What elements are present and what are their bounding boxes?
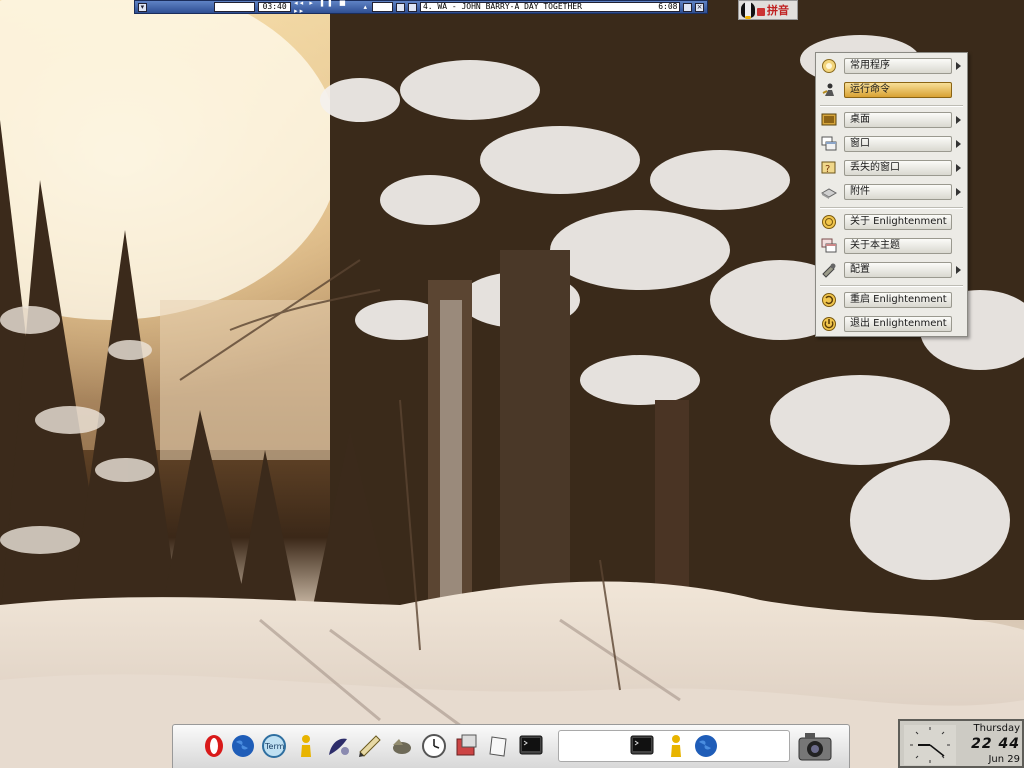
menu-item-windows[interactable]: 窗口 [818, 134, 965, 154]
menu-item-exit[interactable]: 退出 Enlightenment [818, 314, 965, 334]
eject-icon[interactable]: ▴ [364, 3, 370, 11]
about-theme-icon [821, 238, 837, 253]
close-icon[interactable]: × [695, 2, 704, 12]
submenu-arrow-icon [956, 116, 961, 124]
menu-item-label: 关于本主题 [844, 238, 952, 254]
menu-item-about-enlightenment[interactable]: 关于 Enlightenment [818, 212, 965, 232]
settings-icon [822, 263, 836, 278]
root-menu: 常用程序 运行命令 桌面 窗口 ? 丢失的窗口 附件 关于 Enlightenm… [815, 52, 968, 337]
submenu-arrow-icon [956, 188, 961, 196]
menu-item-label: 配置 [844, 262, 952, 278]
menu-item-label: 关于 Enlightenment [844, 214, 952, 230]
menu-separator [820, 285, 963, 287]
balance-field[interactable] [372, 2, 394, 12]
clock-time: 22 44 [971, 736, 1020, 752]
gimp-paint-icon[interactable] [325, 733, 351, 759]
playback-controls[interactable]: ◂◂ ▸ ❚❚ ■ ▸▸ [294, 0, 360, 15]
menu-item-accessories[interactable]: 附件 [818, 182, 965, 202]
gimp-icon[interactable] [389, 733, 415, 759]
submenu-arrow-icon [956, 62, 961, 70]
camera-icon[interactable] [797, 729, 833, 763]
clock-day: Thursday [973, 723, 1021, 734]
lost-windows-icon: ? [821, 161, 836, 175]
submenu-arrow-icon [956, 140, 961, 148]
player-menu-icon[interactable]: ▾ [138, 2, 147, 12]
menu-item-label: 运行命令 [844, 82, 952, 98]
menu-item-label: 桌面 [844, 112, 952, 128]
clock-app-icon[interactable] [421, 733, 447, 759]
windows-icon [821, 136, 837, 151]
term-label: Term [264, 742, 285, 751]
terminal-icon[interactable] [518, 733, 544, 759]
penguin-icon[interactable] [741, 2, 755, 19]
elapsed-time: 03:40 [258, 2, 292, 12]
editor-icon[interactable] [357, 733, 383, 759]
menu-item-label: 窗口 [844, 136, 952, 152]
track-title-display: 4. WA - JOHN BARRY-A DAY TOGETHER 6:08 [419, 2, 681, 12]
menu-separator [820, 207, 963, 209]
menu-item-lost-windows[interactable]: ? 丢失的窗口 [818, 158, 965, 178]
task-area [558, 730, 790, 762]
terminal-term-icon[interactable]: Term [261, 733, 287, 759]
user-figure-icon[interactable] [293, 733, 319, 759]
clock-date: Jun 29 [988, 754, 1020, 765]
clock-dockapp: Thursday 22 44 Jun 29 [898, 719, 1024, 768]
opera-icon[interactable] [201, 733, 227, 759]
favorites-icon [822, 59, 836, 73]
track-duration: 6:08 [658, 2, 678, 11]
menu-item-about-theme[interactable]: 关于本主题 [818, 236, 965, 256]
minimize-icon[interactable] [683, 2, 693, 12]
menu-item-settings[interactable]: 配置 [818, 260, 965, 280]
menu-item-restart[interactable]: 重启 Enlightenment [818, 290, 965, 310]
menu-item-label: 附件 [844, 184, 952, 200]
browser-globe-icon[interactable] [230, 733, 256, 759]
restart-icon [822, 293, 836, 307]
task-browser-globe-icon[interactable] [693, 733, 719, 759]
menu-item-label: 重启 Enlightenment [844, 292, 952, 308]
run-command-icon [822, 83, 834, 96]
volume-field[interactable] [214, 2, 256, 12]
analog-clock-face [904, 725, 956, 765]
menu-item-label: 常用程序 [844, 58, 952, 74]
launcher-dock: Term [172, 724, 850, 768]
notes-icon[interactable] [486, 733, 512, 759]
about-e-icon [822, 215, 836, 229]
menu-item-favorites[interactable]: 常用程序 [818, 56, 965, 76]
accessories-icon [821, 188, 837, 199]
input-method-label[interactable]: 拼音 [767, 2, 789, 18]
submenu-arrow-icon [956, 266, 961, 274]
submenu-arrow-icon [956, 164, 961, 172]
package-manager-icon[interactable] [454, 733, 480, 759]
task-terminal-icon[interactable] [629, 733, 655, 759]
exit-icon [822, 317, 836, 331]
system-tray: 拼音 [738, 0, 798, 20]
media-player-bar[interactable]: ▾ 03:40 ◂◂ ▸ ❚❚ ■ ▸▸ ▴ 4. WA - JOHN BARR… [134, 0, 708, 15]
menu-item-run-command[interactable]: 运行命令 [818, 80, 965, 100]
svg-text:?: ? [825, 164, 830, 175]
menu-separator [820, 105, 963, 107]
shuffle-icon[interactable] [396, 2, 406, 12]
track-title: 4. WA - JOHN BARRY-A DAY TOGETHER [422, 2, 582, 11]
menu-item-label: 退出 Enlightenment [844, 316, 952, 332]
lock-icon[interactable] [757, 8, 765, 16]
repeat-icon[interactable] [408, 2, 417, 12]
menu-item-label: 丢失的窗口 [844, 160, 952, 176]
menu-item-desktop[interactable]: 桌面 [818, 110, 965, 130]
task-user-figure-icon[interactable] [663, 733, 689, 759]
desktop-icon [821, 113, 837, 126]
